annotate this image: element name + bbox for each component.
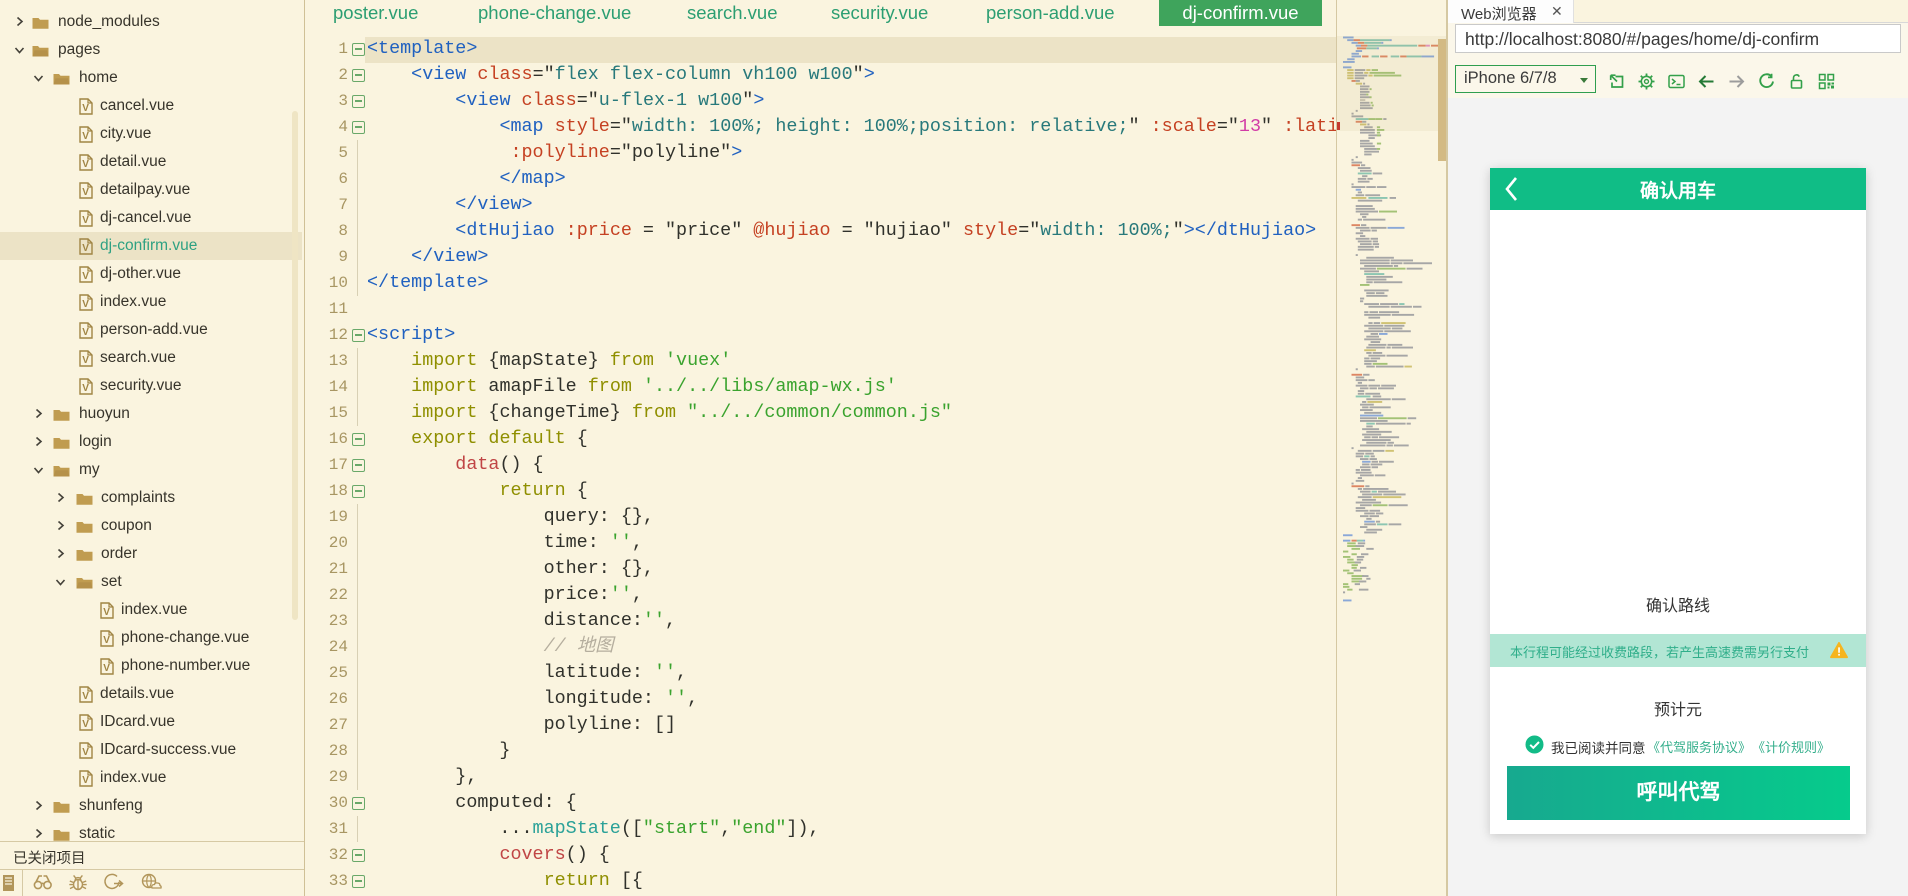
svg-text:V: V [82, 103, 89, 114]
svg-text:V: V [82, 271, 89, 282]
svg-text:V: V [82, 775, 89, 786]
svg-text:V: V [82, 159, 89, 170]
svg-text:V: V [103, 663, 110, 674]
svg-text:V: V [82, 299, 89, 310]
svg-text:V: V [82, 691, 89, 702]
svg-text:V: V [82, 719, 89, 730]
svg-text:V: V [103, 607, 110, 618]
svg-text:V: V [82, 355, 89, 366]
svg-text:V: V [82, 243, 89, 254]
svg-text:V: V [82, 747, 89, 758]
svg-text:V: V [103, 635, 110, 646]
svg-text:V: V [82, 327, 89, 338]
svg-text:V: V [82, 383, 89, 394]
svg-text:V: V [82, 131, 89, 142]
svg-text:V: V [82, 187, 89, 198]
svg-text:V: V [82, 215, 89, 226]
